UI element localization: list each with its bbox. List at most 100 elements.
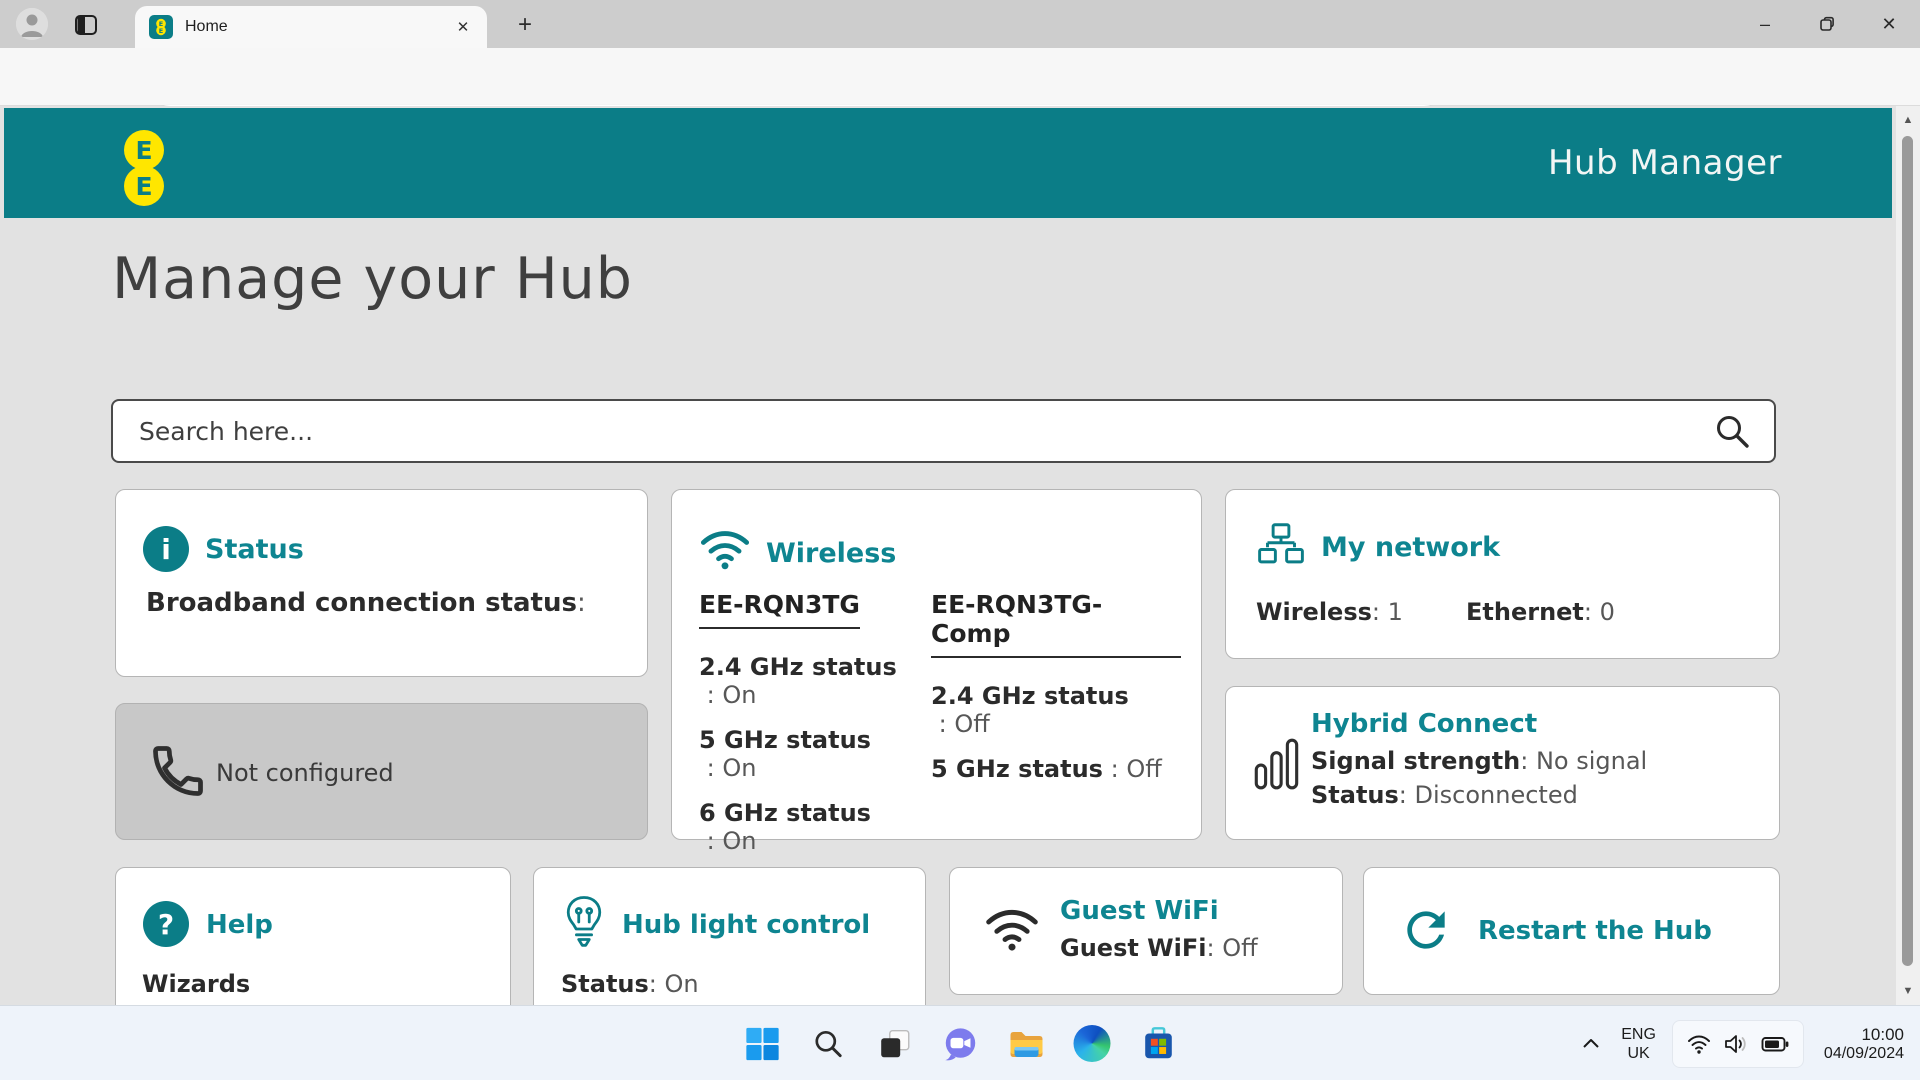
info-icon: i	[143, 526, 189, 572]
wireless-network-companion: EE-RQN3TG-Comp 2.4 GHz status : Off 5 GH…	[931, 590, 1181, 783]
scroll-down-arrow[interactable]: ▼	[1896, 985, 1920, 997]
broadband-status-line: Broadband connection status:	[146, 588, 594, 618]
hybrid-connect-card[interactable]: Hybrid Connect Signal strength: No signa…	[1225, 686, 1780, 840]
close-window-button[interactable]: ✕	[1858, 0, 1920, 48]
edge-browser-button[interactable]	[1072, 1023, 1113, 1064]
wifi-status-row: 6 GHz status : On	[699, 799, 919, 855]
help-card-title[interactable]: Help	[206, 910, 273, 940]
search-input[interactable]	[139, 417, 1712, 446]
wifi-status-row: 2.4 GHz status : On	[699, 653, 919, 709]
chevron-up-icon	[1579, 1032, 1603, 1056]
wifi-icon	[699, 528, 751, 570]
hub-manager-page: E E Hub Manager Manage your Hub i Status…	[0, 106, 1896, 1005]
browser-tab-home[interactable]: E E Home ✕	[135, 6, 487, 48]
restart-icon	[1398, 902, 1454, 958]
task-view-button[interactable]	[874, 1023, 915, 1064]
help-card[interactable]: ? Help Wizards	[115, 867, 511, 1005]
search-bar	[111, 399, 1776, 463]
ee-header-banner: E E Hub Manager	[4, 108, 1892, 218]
tab-title: Home	[185, 18, 449, 36]
new-tab-button[interactable]: +	[510, 10, 540, 40]
ethernet-count: Ethernet: 0	[1466, 598, 1615, 626]
minimize-button[interactable]: –	[1734, 0, 1796, 48]
browser-tabstrip: E E Home ✕ + – ✕	[0, 0, 1920, 48]
restart-hub-card[interactable]: Restart the Hub	[1363, 867, 1780, 995]
wireless-card-title[interactable]: Wireless	[766, 538, 896, 569]
wizards-link[interactable]: Wizards	[142, 970, 250, 998]
phone-status-label: Not configured	[216, 759, 394, 787]
phone-icon	[148, 738, 208, 804]
wireless-card[interactable]: Wireless EE-RQN3TG 2.4 GHz status : On 5…	[671, 489, 1202, 840]
signal-bars-icon	[1254, 734, 1300, 792]
ee-favicon: E E	[149, 15, 173, 39]
windows-logo-icon	[743, 1025, 781, 1063]
language-indicator[interactable]: ENG UK	[1621, 1025, 1656, 1063]
tray-wifi-icon	[1687, 1033, 1711, 1055]
search-magnifier-icon	[810, 1026, 846, 1062]
svg-text:E: E	[135, 136, 152, 165]
chat-button[interactable]	[940, 1023, 981, 1064]
tab-layout-icon	[72, 11, 100, 39]
wireless-count: Wireless: 1	[1256, 598, 1403, 626]
guest-wifi-card-title[interactable]: Guest WiFi	[1060, 896, 1219, 926]
guest-wifi-card[interactable]: Guest WiFi Guest WiFi: Off	[949, 867, 1343, 995]
screen: E E Home ✕ + – ✕	[0, 0, 1920, 1080]
lightbulb-icon	[563, 894, 605, 950]
chat-icon	[941, 1025, 979, 1063]
page-heading: Manage your Hub	[112, 246, 633, 312]
start-button[interactable]	[742, 1023, 783, 1064]
person-icon	[16, 8, 48, 40]
status-card[interactable]: i Status Broadband connection status:	[115, 489, 648, 677]
guest-wifi-icon	[984, 906, 1040, 952]
tray-overflow-button[interactable]	[1570, 1023, 1611, 1064]
battery-icon	[1761, 1033, 1789, 1055]
hub-light-status-line: Status: On	[561, 970, 699, 998]
svg-text:E: E	[159, 27, 163, 35]
page-scrollbar[interactable]: ▲ ▼	[1896, 106, 1920, 1005]
task-view-icon	[875, 1025, 913, 1063]
wifi-status-row: 5 GHz status : On	[699, 726, 919, 782]
tab-actions-menu-button[interactable]	[72, 11, 100, 39]
hybrid-status-line: Status: Disconnected	[1311, 781, 1578, 809]
page-title: Hub Manager	[1548, 108, 1782, 218]
wireless-network-primary: EE-RQN3TG 2.4 GHz status : On 5 GHz stat…	[699, 590, 919, 855]
profile-avatar[interactable]	[16, 8, 48, 40]
search-icon[interactable]	[1712, 411, 1752, 451]
restore-button[interactable]	[1796, 0, 1858, 48]
hub-light-control-card[interactable]: Hub light control Status: On	[533, 867, 926, 1005]
speaker-icon	[1723, 1033, 1749, 1055]
svg-text:E: E	[135, 172, 152, 201]
windows-taskbar: ENG UK	[0, 1005, 1920, 1080]
ssid-link[interactable]: EE-RQN3TG-Comp	[931, 590, 1181, 658]
edge-icon	[1074, 1025, 1111, 1062]
microsoft-store-button[interactable]	[1138, 1023, 1179, 1064]
file-explorer-icon	[1006, 1024, 1046, 1064]
scroll-up-arrow[interactable]: ▲	[1896, 114, 1920, 126]
ee-logo: E E	[121, 130, 167, 212]
quick-settings-button[interactable]	[1672, 1020, 1804, 1068]
microsoft-store-icon	[1139, 1025, 1177, 1063]
ssid-link[interactable]: EE-RQN3TG	[699, 590, 860, 629]
wifi-status-row: 2.4 GHz status : Off	[931, 682, 1181, 738]
browser-toolbar: Not secure 192.168.1.254/DashboardScreen…	[0, 48, 1920, 106]
network-tree-icon	[1254, 522, 1308, 568]
my-network-card[interactable]: My network Wireless: 1 Ethernet: 0	[1225, 489, 1780, 659]
system-tray: ENG UK	[1570, 1006, 1920, 1080]
restart-hub-title[interactable]: Restart the Hub	[1478, 916, 1712, 946]
scrollbar-thumb[interactable]	[1902, 136, 1913, 966]
hybrid-connect-title[interactable]: Hybrid Connect	[1311, 709, 1537, 739]
wifi-status-row: 5 GHz status : Off	[931, 755, 1181, 783]
window-controls: – ✕	[1734, 0, 1920, 48]
phone-card[interactable]: Not configured	[115, 703, 648, 840]
tab-close-button[interactable]: ✕	[449, 13, 477, 41]
taskbar-search-button[interactable]	[808, 1023, 849, 1064]
restore-icon	[1819, 16, 1835, 32]
clock[interactable]: 10:00 04/09/2024	[1824, 1025, 1904, 1063]
my-network-card-title[interactable]: My network	[1321, 532, 1500, 563]
status-card-title[interactable]: Status	[205, 534, 304, 565]
hub-light-card-title[interactable]: Hub light control	[622, 910, 870, 940]
help-icon: ?	[143, 901, 189, 947]
guest-wifi-status-line: Guest WiFi: Off	[1060, 934, 1258, 962]
file-explorer-button[interactable]	[1006, 1023, 1047, 1064]
signal-strength-line: Signal strength: No signal	[1311, 747, 1647, 775]
